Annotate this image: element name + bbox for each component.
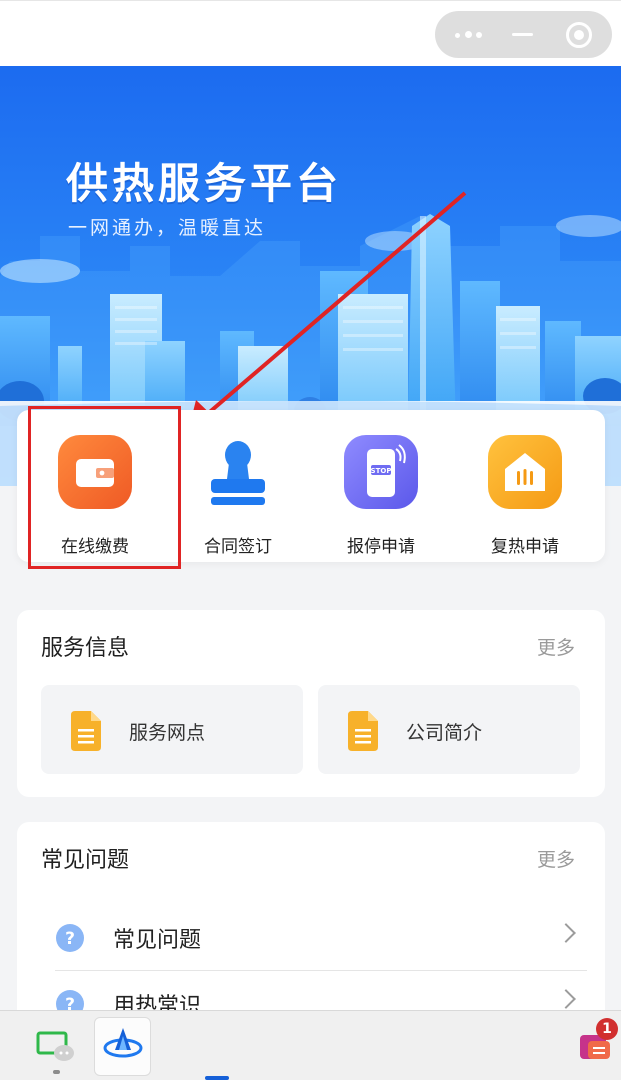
quick-action-reheat-request[interactable]: 复热申请 <box>460 432 590 557</box>
faq-label: 常见问题 <box>113 928 202 953</box>
minimize-icon[interactable] <box>512 33 533 36</box>
svg-text:?: ? <box>65 929 75 949</box>
section-title: 常见问题 <box>41 848 130 873</box>
service-info-card: 服务信息 更多 服务网点 公司简介 <box>17 610 605 797</box>
quick-action-contract[interactable]: 合同签订 <box>173 432 303 557</box>
quick-action-label: 报停申请 <box>347 537 415 557</box>
wechat-app-icon[interactable] <box>36 1031 76 1065</box>
target-close-icon[interactable] <box>566 22 592 48</box>
heating-house-icon <box>488 435 562 509</box>
section-title: 服务信息 <box>41 636 130 661</box>
service-tile-outlets[interactable]: 服务网点 <box>41 685 303 774</box>
capsule-menu <box>435 11 612 58</box>
tile-label: 服务网点 <box>129 722 206 744</box>
top-bar <box>0 0 621 66</box>
faq-item-common-questions[interactable]: ? 常见问题 <box>55 904 587 972</box>
stamp-icon <box>201 435 275 509</box>
more-link[interactable]: 更多 <box>537 845 575 872</box>
document-icon <box>71 711 101 751</box>
stop-phone-icon: STOP <box>344 435 418 509</box>
quick-action-label: 合同签订 <box>204 537 272 557</box>
tile-label: 公司简介 <box>406 722 483 744</box>
more-link[interactable]: 更多 <box>537 633 575 660</box>
quick-action-label: 复热申请 <box>491 537 559 557</box>
banner-subtitle: 一网通办，温暖直达 <box>68 217 267 239</box>
chevron-right-icon <box>556 989 576 1009</box>
stop-label: STOP <box>371 467 392 475</box>
question-icon: ? <box>56 924 84 952</box>
running-indicator <box>53 1070 60 1074</box>
chevron-right-icon <box>556 923 576 943</box>
taskbar <box>0 1010 621 1080</box>
more-dots-icon[interactable] <box>455 25 485 43</box>
highlight-box <box>28 406 181 569</box>
quick-action-stop-request[interactable]: STOP 报停申请 <box>316 432 446 557</box>
document-icon <box>348 711 378 751</box>
active-indicator <box>205 1076 229 1080</box>
notification-badge: 1 <box>596 1018 618 1040</box>
service-tile-company[interactable]: 公司简介 <box>318 685 580 774</box>
faq-card: 常见问题 更多 ? 常见问题 ? 用热常识 <box>17 822 605 1022</box>
heating-app-icon[interactable] <box>94 1017 229 1080</box>
banner-title: 供热服务平台 <box>66 159 343 208</box>
